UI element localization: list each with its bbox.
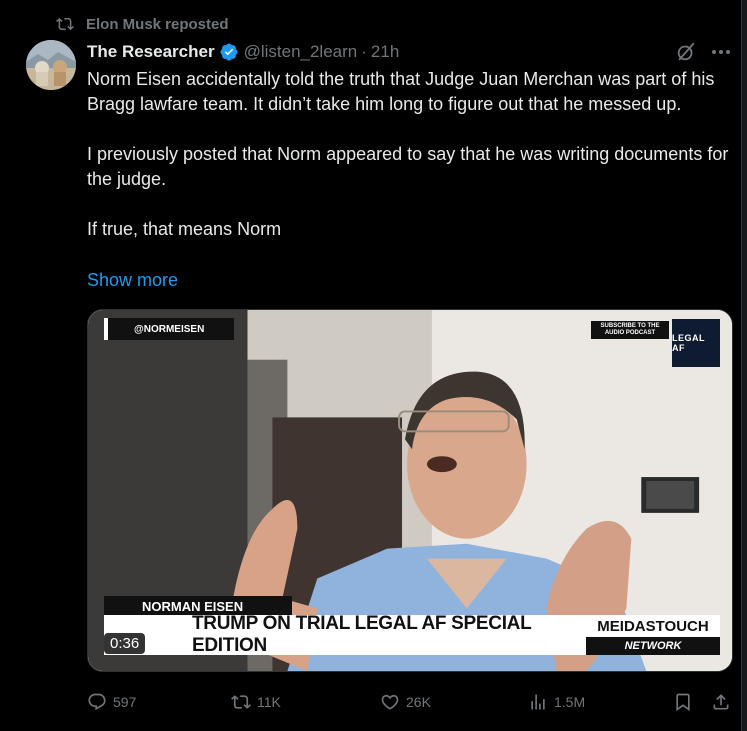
like-button[interactable]: 26K [380, 688, 431, 716]
reply-count: 597 [113, 694, 137, 710]
views-icon [531, 694, 545, 710]
tweet-paragraph: Norm Eisen accidentally told the truth t… [87, 69, 715, 114]
video-handle-overlay: @NORMEISEN [104, 318, 234, 340]
tweet-actions: 597 11K 26K 1.5M [87, 688, 733, 716]
tweet-paragraph: If true, that means Norm [87, 219, 282, 239]
verified-badge-icon[interactable] [219, 42, 239, 62]
reply-button[interactable]: 597 [87, 688, 136, 716]
like-count: 26K [406, 694, 431, 710]
bookmark-button[interactable] [673, 688, 693, 716]
headline-banner: TRUMP ON TRIAL LEGAL AF SPECIAL EDITION [104, 613, 586, 656]
post-time[interactable]: 21h [371, 42, 399, 62]
repost-icon [231, 695, 251, 709]
network-brand: MEIDASTOUCH [586, 615, 720, 637]
video-player[interactable]: @NORMEISEN SUBSCRIBE TO THE AUDIO PODCAS… [87, 309, 733, 672]
view-count: 1.5M [554, 694, 586, 710]
bookmark-icon [676, 693, 690, 712]
repost-icon [56, 17, 74, 31]
tweet-top-actions [675, 40, 733, 64]
share-button[interactable] [711, 688, 731, 716]
tweet-paragraph: I previously posted that Norm appeared t… [87, 144, 729, 189]
network-brand-sub: NETWORK [586, 637, 720, 655]
window-edge [741, 0, 747, 731]
repost-count: 11K [257, 694, 281, 710]
tweet-header: The Researcher @listen_2learn · 21h [87, 40, 399, 64]
grok-icon[interactable] [675, 41, 697, 63]
subscribe-overlay: SUBSCRIBE TO THE AUDIO PODCAST [591, 321, 669, 339]
repost-context[interactable]: Elon Musk reposted [56, 14, 229, 34]
video-duration: 0:36 [104, 633, 146, 654]
author-name[interactable]: The Researcher [87, 42, 215, 62]
show-more-link[interactable]: Show more [87, 268, 178, 293]
avatar-image [26, 40, 76, 90]
tweet-text: Norm Eisen accidentally told the truth t… [87, 67, 733, 242]
header-separator: · [361, 42, 367, 61]
more-options-icon[interactable] [709, 40, 733, 64]
share-icon [713, 694, 729, 710]
heart-icon [381, 694, 399, 710]
repost-label: Elon Musk reposted [86, 15, 229, 33]
reply-icon [88, 693, 106, 711]
views-button[interactable]: 1.5M [528, 688, 585, 716]
avatar[interactable] [26, 40, 76, 90]
legal-af-logo: LEGAL AF [672, 319, 720, 367]
author-handle[interactable]: @listen_2learn [244, 42, 358, 62]
repost-button[interactable]: 11K [231, 688, 281, 716]
